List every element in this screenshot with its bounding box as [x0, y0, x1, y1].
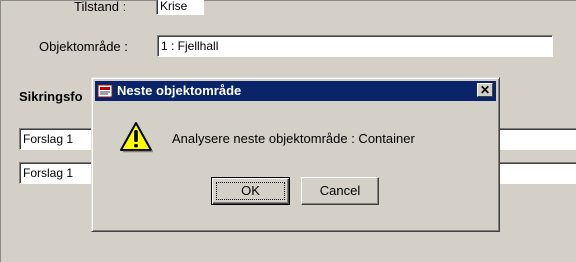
neste-objektomrade-dialog: Neste objektområde ✕ Analysere neste obj… [91, 77, 500, 232]
close-button[interactable]: ✕ [477, 83, 493, 97]
ok-button[interactable]: OK [211, 177, 290, 205]
section-heading-sikring: Sikringsfo [19, 89, 83, 104]
cancel-button[interactable]: Cancel [301, 177, 379, 205]
app-icon [97, 84, 113, 98]
tilstand-field[interactable]: Krise [156, 0, 204, 15]
dialog-message: Analysere neste objektområde : Container [172, 131, 415, 146]
objektomrade-label: Objektområde : [39, 39, 128, 54]
dialog-title: Neste objektområde [117, 83, 242, 98]
dialog-titlebar[interactable]: Neste objektområde ✕ [95, 81, 496, 101]
cancel-button-label: Cancel [319, 183, 361, 198]
tilstand-label: Tilstand : [74, 0, 127, 14]
warning-icon [120, 122, 153, 153]
focus-ring [216, 182, 285, 200]
close-icon: ✕ [479, 83, 491, 97]
objektomrade-field[interactable]: 1 : Fjellhall [157, 35, 553, 57]
